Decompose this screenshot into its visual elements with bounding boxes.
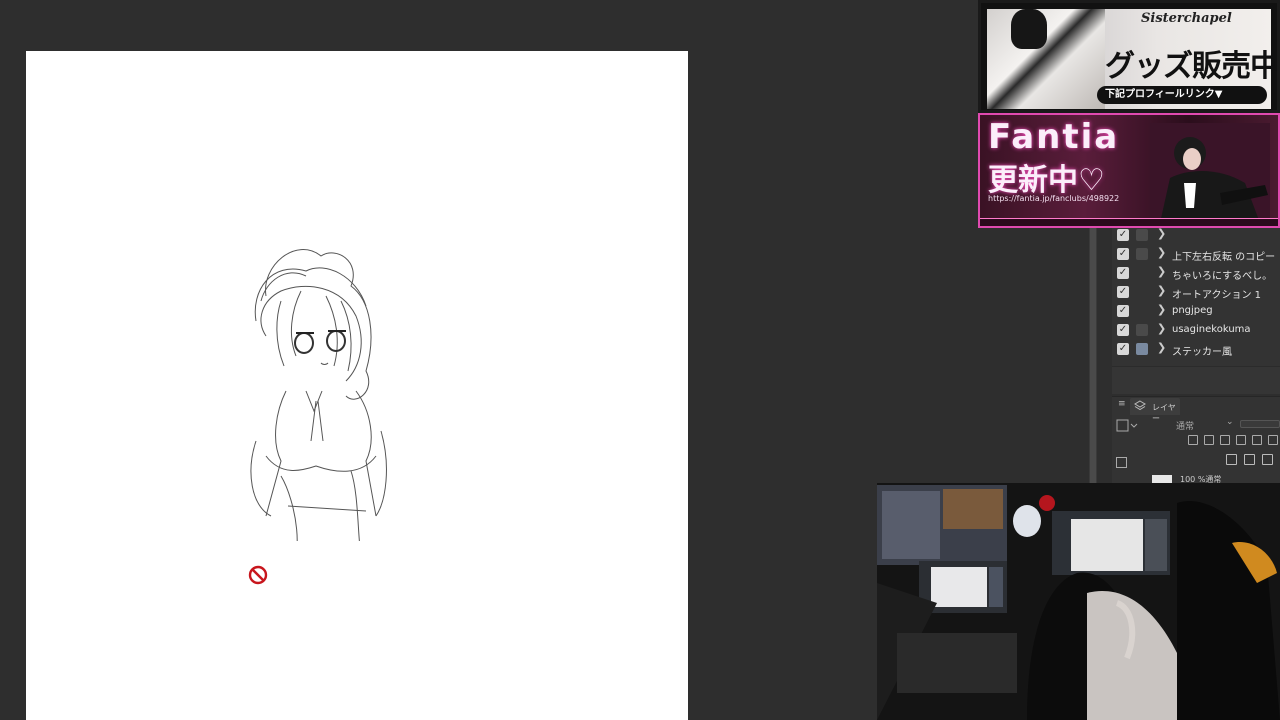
banner-figure (1011, 9, 1047, 49)
toggle-box[interactable] (1136, 229, 1148, 241)
expand-arrow-icon[interactable]: ❯ (1157, 265, 1166, 278)
webcam-overlay (877, 483, 1280, 720)
opacity-slider[interactable] (1240, 420, 1280, 428)
merge-icon[interactable] (1262, 454, 1273, 465)
action-label: 上下左右反転 のコピー (1172, 252, 1276, 263)
tab-layer[interactable]: レイヤー (1130, 398, 1180, 423)
sticker-icon[interactable] (1136, 343, 1148, 355)
scrollbar-thumb[interactable] (1090, 228, 1096, 483)
reference-icon[interactable] (1204, 435, 1214, 445)
grid-icon[interactable] (1116, 457, 1127, 468)
action-row[interactable]: ✓ ❯ (1112, 226, 1280, 245)
expand-arrow-icon[interactable]: ❯ (1157, 246, 1166, 259)
layer-panel: ≡ レイヤー 通常 ⌄ 100 %通常 (1112, 396, 1280, 484)
new-layer-icon[interactable] (1226, 454, 1237, 465)
check-icon[interactable]: ✓ (1117, 286, 1129, 298)
action-label: pngjpeg (1172, 305, 1213, 316)
action-label: ちゃいろにするべし。 (1172, 271, 1273, 282)
menu-icon[interactable]: ≡ (1118, 399, 1126, 409)
chevron-down-icon: ⌄ (1226, 417, 1234, 427)
layer-tab-bar: ≡ レイヤー (1112, 397, 1280, 423)
check-icon[interactable]: ✓ (1117, 229, 1129, 241)
action-row[interactable]: ✓ ❯ オートアクション 1 (1112, 283, 1280, 302)
action-row[interactable]: ✓ ❯ ステッカー風 (1112, 340, 1280, 359)
expand-arrow-icon[interactable]: ❯ (1157, 284, 1166, 297)
panel-scrollbar[interactable] (1089, 228, 1097, 483)
check-icon[interactable]: ✓ (1117, 267, 1129, 279)
expand-arrow-icon[interactable]: ❯ (1157, 341, 1166, 354)
layers-icon (1134, 400, 1146, 411)
action-row[interactable]: ✓ ❯ 上下左右反転 のコピー (1112, 245, 1280, 264)
clip-icon[interactable] (1188, 435, 1198, 445)
expand-arrow-icon[interactable]: ❯ (1157, 322, 1166, 335)
fantia-title: Fantia (988, 117, 1120, 157)
mask-icon[interactable] (1268, 435, 1278, 445)
action-row[interactable]: ✓ ❯ pngjpeg (1112, 302, 1280, 321)
expand-arrow-icon[interactable]: ❯ (1157, 227, 1166, 240)
lock-alpha-icon[interactable] (1252, 435, 1262, 445)
action-label: ステッカー風 (1172, 347, 1232, 358)
blend-mode-value: 通常 (1176, 422, 1195, 432)
fantia-ad-banner[interactable]: Fantia 更新中♡ https://fantia.jp/fanclubs/4… (978, 113, 1280, 228)
goods-ad-banner[interactable]: Sisterchapel グッズ販売中 下記プロフィールリンク▼ (978, 0, 1280, 113)
expand-arrow-icon[interactable]: ❯ (1157, 303, 1166, 316)
layer-action-toolbar (1224, 454, 1280, 468)
action-label: オートアクション 1 (1172, 290, 1262, 301)
new-folder-icon[interactable] (1244, 454, 1255, 465)
auto-action-panel: ✓ ❯ ✓ ❯ 上下左右反転 のコピー ✓ ❯ ちゃいろにするべし。 ✓ ❯ オ… (1112, 226, 1280, 394)
fantia-url: https://fantia.jp/fanclubs/498922 (988, 194, 1120, 203)
fantia-subtitle: 更新中♡ (988, 163, 1105, 198)
action-row[interactable]: ✓ ❯ ちゃいろにするべし。 (1112, 264, 1280, 283)
blend-mode-select[interactable]: 通常 ⌄ (1152, 417, 1236, 432)
no-entry-icon (248, 565, 268, 585)
check-icon[interactable]: ✓ (1117, 324, 1129, 336)
action-row[interactable]: ✓ ❯ usaginekokuma (1112, 321, 1280, 340)
check-icon[interactable]: ✓ (1117, 305, 1129, 317)
draft-icon[interactable] (1220, 435, 1230, 445)
banner-figure (1150, 123, 1270, 223)
brand-logo: Sisterchapel (1141, 11, 1232, 26)
layer-color-swatch[interactable] (1116, 417, 1140, 432)
banner-headline: グッズ販売中 (1105, 49, 1279, 84)
panel-footer (1112, 366, 1280, 394)
banner-bottom-bar (980, 218, 1278, 226)
drawing-canvas[interactable] (26, 51, 688, 720)
toggle-box[interactable] (1136, 248, 1148, 260)
action-label: usaginekokuma (1172, 324, 1251, 335)
check-icon[interactable]: ✓ (1117, 343, 1129, 355)
webcam-scene (877, 483, 1280, 720)
layer-lock-toolbar (1184, 435, 1280, 449)
lock-icon[interactable] (1236, 435, 1246, 445)
character-sketch (250, 249, 387, 541)
check-icon[interactable]: ✓ (1117, 248, 1129, 260)
toggle-box[interactable] (1136, 324, 1148, 336)
banner-subtitle: 下記プロフィールリンク▼ (1097, 86, 1267, 104)
